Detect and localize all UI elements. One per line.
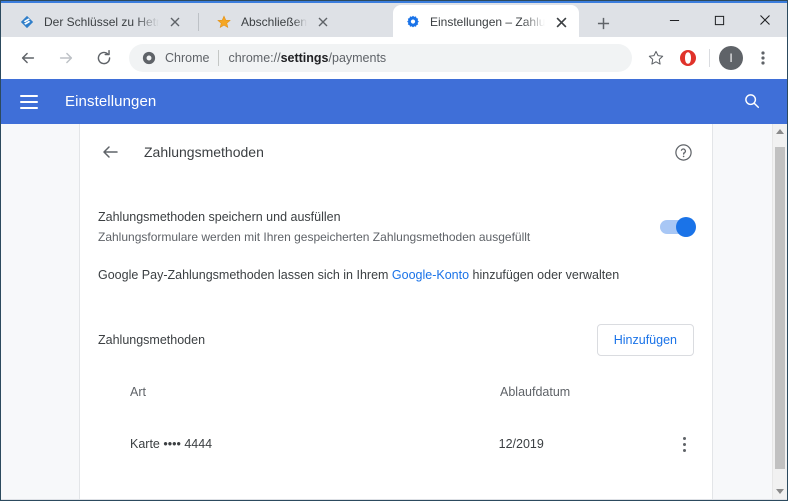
google-pay-note: Google Pay-Zahlungsmethoden lassen sich … [80, 268, 712, 282]
settings-app-bar: Einstellungen [1, 79, 787, 124]
toggle-knob [676, 217, 696, 237]
settings-title: Einstellungen [65, 93, 157, 110]
url-prefix: chrome:// [228, 51, 281, 65]
browser-tab-1-title: Der Schlüssel zu Hetman P [44, 15, 159, 29]
address-bar-scheme-label: Chrome [165, 51, 210, 65]
column-header-type: Art [130, 385, 146, 399]
star-icon [216, 14, 232, 30]
browser-tab-3-close-icon[interactable] [551, 12, 571, 32]
gear-icon [405, 14, 421, 30]
autofill-toggle-row: Zahlungsmethoden speichern und ausfüllen… [80, 210, 712, 244]
row-menu-icon[interactable] [674, 434, 694, 454]
window-maximize-button[interactable] [697, 3, 742, 37]
table-header-row: Art Ablaufdatum [130, 378, 694, 406]
table-row[interactable]: Karte •••• 4444 12/2019 [130, 422, 694, 466]
card-expiry-cell: 12/2019 [498, 437, 544, 451]
scrollbar-down-button[interactable] [773, 484, 787, 499]
reload-icon[interactable] [90, 44, 118, 72]
url-suffix: /payments [328, 51, 387, 65]
column-header-expiry: Ablaufdatum [500, 385, 571, 399]
google-account-link[interactable]: Google-Konto [392, 268, 469, 282]
autofill-sublabel: Zahlungsformulare werden mit Ihren gespe… [98, 230, 531, 244]
card-type-cell: Karte •••• 4444 [130, 437, 213, 451]
avatar-initial: I [729, 51, 733, 65]
help-icon[interactable] [672, 141, 694, 163]
autofill-label: Zahlungsmethoden speichern und ausfüllen [98, 210, 341, 224]
toolbar-divider [709, 49, 710, 67]
address-bar-divider [218, 50, 220, 66]
browser-tab-1-close-icon[interactable] [165, 12, 185, 32]
card-header: Zahlungsmethoden [80, 124, 712, 180]
avatar[interactable]: I [719, 46, 743, 70]
page-scrollbar[interactable] [772, 124, 787, 499]
browser-tab-2-close-icon[interactable] [313, 12, 333, 32]
url-bold-part: settings [280, 51, 329, 65]
row-actions-cell [668, 434, 694, 454]
payment-methods-table: Art Ablaufdatum Karte •••• 4444 12/2019 [80, 378, 712, 466]
google-pay-note-after: hinzufügen oder verwalten [469, 268, 620, 282]
star-outline-icon[interactable] [643, 45, 669, 71]
browser-toolbar: Chrome chrome://settings/payments I [1, 37, 787, 79]
scrollbar-up-button[interactable] [773, 124, 787, 139]
browser-window: Der Schlüssel zu Hetman P Abschließen [0, 0, 788, 501]
window-close-button[interactable] [742, 3, 787, 37]
scrollbar-track[interactable] [773, 139, 787, 484]
address-bar-url: chrome://settings/payments [228, 51, 386, 65]
autofill-toggle-switch[interactable] [660, 217, 696, 237]
window-minimize-button[interactable] [652, 3, 697, 37]
back-arrow-icon[interactable] [14, 44, 42, 72]
scrollbar-thumb[interactable] [775, 147, 785, 469]
address-bar[interactable]: Chrome chrome://settings/payments [129, 44, 632, 72]
page-left-gutter [1, 124, 79, 499]
new-tab-button[interactable] [590, 10, 616, 36]
chrome-logo-icon [141, 50, 157, 66]
page-back-arrow-icon[interactable] [98, 140, 122, 164]
hamburger-menu-icon[interactable] [20, 90, 44, 114]
browser-tab-3[interactable]: Einstellungen – Zahlungsm [393, 5, 579, 39]
payment-methods-title: Zahlungsmethoden [98, 333, 206, 347]
browser-tab-2[interactable]: Abschließen [204, 5, 390, 39]
scroll-down-arrow-icon [776, 489, 784, 494]
tab-separator-1 [198, 13, 199, 31]
hetman-logo-icon [19, 14, 35, 30]
browser-tab-3-title: Einstellungen – Zahlungsm [430, 15, 545, 29]
three-dot-menu-icon[interactable] [750, 45, 776, 71]
forward-arrow-icon[interactable] [52, 44, 80, 72]
browser-tab-2-title: Abschließen [241, 15, 308, 29]
browser-tab-1[interactable]: Der Schlüssel zu Hetman P [7, 5, 193, 39]
google-pay-note-before: Google Pay-Zahlungsmethoden lassen sich … [98, 268, 392, 282]
payments-settings-card: Zahlungsmethoden Zahlungsmethoden speich… [79, 124, 713, 499]
autofill-texts: Zahlungsmethoden speichern und ausfüllen… [98, 210, 660, 244]
scroll-up-arrow-icon [776, 129, 784, 134]
opera-extension-icon[interactable] [675, 45, 701, 71]
settings-page-body: Zahlungsmethoden Zahlungsmethoden speich… [1, 124, 787, 499]
add-payment-method-button[interactable]: Hinzufügen [596, 324, 694, 356]
window-controls [652, 3, 787, 37]
tab-strip: Der Schlüssel zu Hetman P Abschließen [1, 1, 787, 39]
page-title: Zahlungsmethoden [144, 144, 264, 160]
search-icon[interactable] [741, 90, 763, 112]
payment-methods-section-header: Zahlungsmethoden Hinzufügen [80, 324, 712, 356]
